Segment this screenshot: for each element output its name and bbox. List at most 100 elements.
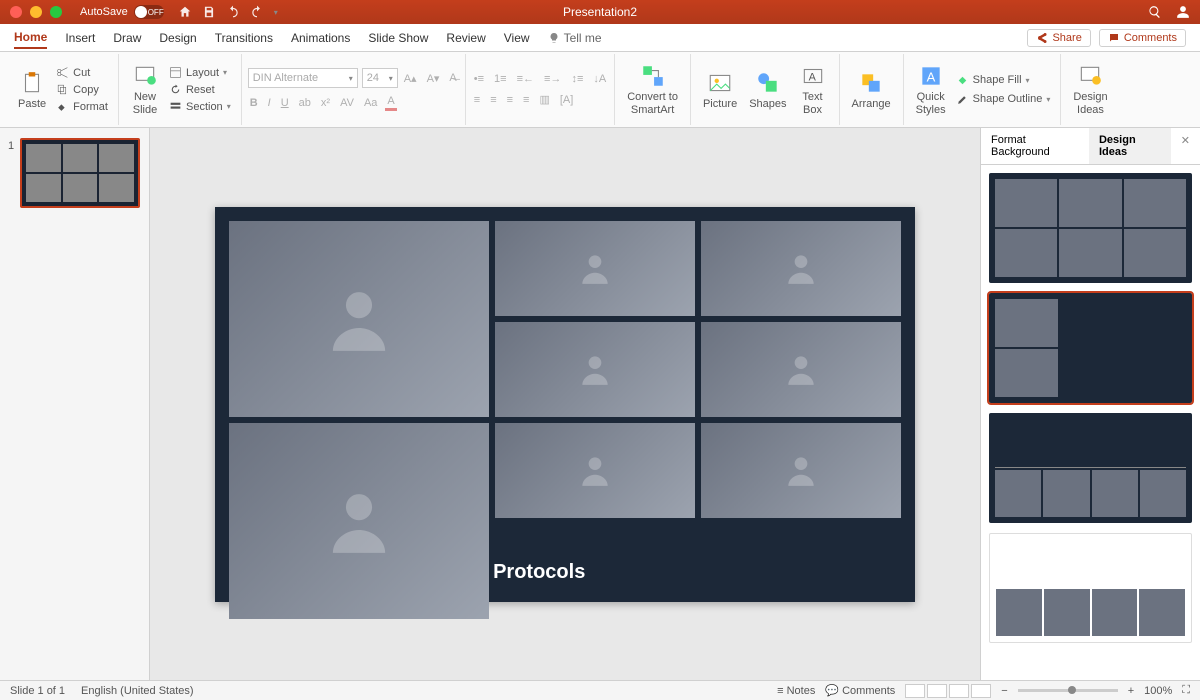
maximize-window-button[interactable] [50, 6, 62, 18]
arrange-button[interactable]: Arrange [846, 68, 897, 112]
format-painter-button[interactable]: Format [52, 99, 112, 114]
align-center-button[interactable]: ≡ [488, 93, 498, 107]
sorter-view-button[interactable] [927, 684, 947, 698]
slide-thumbnail-1[interactable]: 1 [20, 138, 140, 208]
tab-animations[interactable]: Animations [291, 28, 350, 48]
increase-font-icon[interactable]: A▴ [402, 71, 419, 86]
zoom-in-button[interactable]: + [1128, 685, 1134, 697]
notes-button[interactable]: ≡ Notes [777, 685, 815, 697]
font-size-select[interactable]: 24▾ [362, 68, 398, 88]
undo-icon[interactable] [226, 5, 240, 19]
collage-image-3[interactable] [701, 221, 901, 316]
zoom-level-label[interactable]: 100% [1144, 685, 1172, 697]
new-slide-button[interactable]: New Slide [125, 61, 165, 117]
collage-image-7[interactable] [495, 423, 695, 518]
picture-button[interactable]: Picture [697, 56, 743, 123]
design-idea-2[interactable] [989, 293, 1192, 403]
clear-format-icon[interactable]: A̶ [447, 71, 458, 85]
language-label[interactable]: English (United States) [81, 685, 194, 697]
convert-smartart-button[interactable]: Convert to SmartArt [621, 61, 684, 117]
slide-canvas[interactable]: Team Onboarding: Office Protocols [150, 128, 980, 680]
tab-slideshow[interactable]: Slide Show [368, 28, 428, 48]
indent-decrease-button[interactable]: ≡← [515, 72, 536, 86]
window-controls [10, 6, 62, 18]
tab-view[interactable]: View [504, 28, 530, 48]
layout-button[interactable]: Layout▾ [165, 65, 235, 80]
share-button[interactable]: Share [1027, 29, 1090, 47]
pane-tab-format-background[interactable]: Format Background [981, 128, 1089, 164]
autosave-toggle[interactable]: AutoSave OFF [80, 5, 164, 19]
section-button[interactable]: Section▾ [165, 99, 235, 114]
design-idea-4[interactable] [989, 533, 1192, 643]
align-left-button[interactable]: ≡ [472, 93, 482, 107]
collage-image-1[interactable] [229, 221, 489, 417]
reading-view-button[interactable] [949, 684, 969, 698]
comments-status-button[interactable]: 💬 Comments [825, 684, 895, 697]
align-text-button[interactable]: [A] [558, 93, 575, 107]
highlight-button[interactable]: AV [338, 96, 356, 110]
tab-home[interactable]: Home [14, 27, 47, 49]
reset-button[interactable]: Reset [165, 82, 235, 97]
cut-button[interactable]: Cut [52, 65, 112, 80]
strikethrough-button[interactable]: ab [297, 96, 313, 110]
font-color-button[interactable]: A [385, 94, 396, 111]
zoom-out-button[interactable]: − [1001, 685, 1007, 697]
subscript-button[interactable]: x² [319, 96, 332, 110]
change-case-button[interactable]: Aa [362, 96, 379, 110]
collage-image-2[interactable] [495, 221, 695, 316]
comments-button[interactable]: Comments [1099, 29, 1186, 47]
text-box-button[interactable]: A Text Box [793, 56, 833, 123]
indent-increase-button[interactable]: ≡→ [542, 72, 563, 86]
paste-button[interactable]: Paste [12, 68, 52, 112]
autosave-switch[interactable]: OFF [134, 5, 164, 19]
quick-styles-button[interactable]: A Quick Styles [910, 61, 952, 117]
minimize-window-button[interactable] [30, 6, 42, 18]
tab-draw[interactable]: Draw [113, 28, 141, 48]
align-right-button[interactable]: ≡ [505, 93, 515, 107]
design-idea-3[interactable] [989, 413, 1192, 523]
qat-more-icon[interactable]: ▾ [274, 8, 278, 17]
bullets-button[interactable]: •≡ [472, 72, 486, 86]
tab-insert[interactable]: Insert [65, 28, 95, 48]
thumbnail-number: 1 [8, 140, 14, 152]
tab-design[interactable]: Design [159, 28, 196, 48]
bold-button[interactable]: B [248, 96, 260, 110]
design-ideas-button[interactable]: Design Ideas [1067, 61, 1113, 117]
pane-tab-design-ideas[interactable]: Design Ideas [1089, 128, 1171, 164]
shape-fill-button[interactable]: Shape Fill▾ [952, 73, 1055, 88]
collage-image-8[interactable] [701, 423, 901, 518]
design-idea-1[interactable] [989, 173, 1192, 283]
collage-image-5[interactable] [495, 322, 695, 417]
collage-image-4[interactable] [229, 423, 489, 619]
home-icon[interactable] [178, 5, 192, 19]
tab-review[interactable]: Review [446, 28, 485, 48]
shapes-button[interactable]: Shapes [743, 56, 792, 123]
zoom-slider[interactable] [1018, 689, 1118, 692]
text-direction-button[interactable]: ↓A [591, 72, 608, 86]
close-window-button[interactable] [10, 6, 22, 18]
numbering-button[interactable]: 1≡ [492, 72, 509, 86]
normal-view-button[interactable] [905, 684, 925, 698]
svg-text:A: A [926, 70, 935, 85]
pen-icon [956, 93, 969, 106]
fit-window-button[interactable]: ⛶ [1182, 684, 1190, 697]
shape-outline-button[interactable]: Shape Outline▾ [952, 92, 1055, 107]
copy-button[interactable]: Copy [52, 82, 112, 97]
account-icon[interactable] [1176, 5, 1190, 19]
search-icon[interactable] [1148, 5, 1162, 19]
save-icon[interactable] [202, 5, 216, 19]
slideshow-view-button[interactable] [971, 684, 991, 698]
underline-button[interactable]: U [279, 96, 291, 110]
decrease-font-icon[interactable]: A▾ [425, 71, 442, 86]
slide[interactable]: Team Onboarding: Office Protocols [215, 207, 915, 602]
tell-me-search[interactable]: Tell me [548, 31, 602, 45]
redo-icon[interactable] [250, 5, 264, 19]
tab-transitions[interactable]: Transitions [215, 28, 273, 48]
justify-button[interactable]: ≡ [521, 93, 531, 107]
collage-image-6[interactable] [701, 322, 901, 417]
font-name-select[interactable]: DIN Alternate▾ [248, 68, 358, 88]
columns-button[interactable]: ▥ [537, 92, 551, 107]
italic-button[interactable]: I [266, 96, 273, 110]
pane-close-button[interactable]: ✕ [1171, 128, 1200, 164]
line-spacing-button[interactable]: ↕≡ [569, 72, 585, 86]
